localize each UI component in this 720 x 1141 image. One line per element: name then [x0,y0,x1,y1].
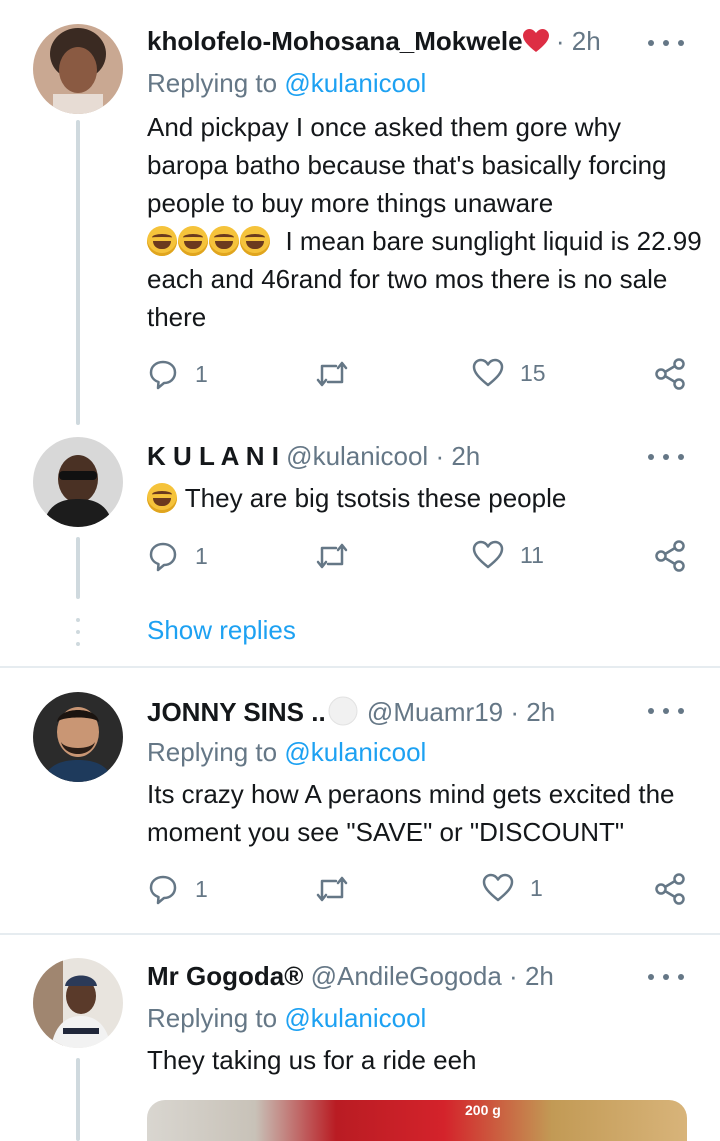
more-options-icon[interactable] [648,701,684,721]
separator-dot: · [555,26,565,56]
red-heart-icon [522,29,549,52]
like-button[interactable]: 1 [482,873,543,903]
thread-line [76,1058,80,1141]
tweet-actions: 1 1 [147,873,692,913]
reply-count: 1 [195,875,208,902]
white-circle-icon [328,696,358,726]
tweet-text: And pickpay I once asked them gore why b… [147,108,707,336]
heart-icon [472,358,504,387]
replying-to: Replying to @kulanicool [147,737,426,768]
heart-icon [472,540,504,569]
reply-count: 1 [195,360,208,387]
divider [0,666,720,668]
replying-prefix: Replying to [147,1003,278,1033]
tweet-header: Mr Gogoda® @AndileGogoda · 2h [147,961,630,992]
thread-line [76,120,80,425]
like-button[interactable]: 11 [472,540,544,570]
share-icon [655,358,685,390]
more-options-icon[interactable] [648,447,684,467]
tweet-text-content: They are big tsotsis these people [184,483,567,513]
replying-handle-link[interactable]: @kulanicool [284,68,426,98]
timestamp[interactable]: 2h [572,26,601,56]
retweet-button[interactable] [314,358,350,390]
timestamp[interactable]: 2h [525,961,554,991]
retweet-button[interactable] [314,873,350,905]
show-replies-link[interactable]: Show replies [147,615,296,646]
share-button[interactable] [653,873,687,905]
tweet-text: They taking us for a ride eeh [147,1041,707,1079]
tweet-header: JONNY SINS .. @Muamr19 · 2h [147,696,630,728]
tweet-media-image[interactable]: 200 g [147,1100,687,1141]
reply-button[interactable]: 1 [147,540,208,572]
rolling-on-floor-laughing-icon [209,226,239,256]
reply-icon [149,360,177,390]
tweet-actions: 1 15 [147,358,692,398]
like-count: 15 [520,359,546,386]
rolling-on-floor-laughing-icon [240,226,270,256]
replying-prefix: Replying to [147,737,278,767]
tweet-text-part-1: And pickpay I once asked them gore why b… [147,112,667,218]
grinning-squinting-face-icon [147,226,177,256]
more-options-icon[interactable] [648,33,684,53]
thread-continuation-dots [76,618,80,654]
tweet-text-content: They taking us for a ride eeh [147,1045,477,1075]
like-button[interactable]: 15 [472,358,546,388]
replying-to: Replying to @kulanicool [147,1003,426,1034]
more-options-icon[interactable] [648,967,684,987]
thread-line [76,537,80,599]
tweet-actions: 1 11 [147,540,692,580]
reply-count: 1 [195,542,208,569]
avatar[interactable] [33,958,123,1048]
separator-dot: · [510,697,520,727]
author-handle[interactable]: @AndileGogoda [311,961,502,991]
reply-icon [149,875,177,905]
tweet-text: Its crazy how A peraons mind gets excite… [147,775,707,851]
tweet-header: K U L A N I @kulanicool · 2h [147,441,630,472]
retweet-icon [316,876,348,902]
tweet-text: They are big tsotsis these people [147,479,707,517]
author-name[interactable]: K U L A N I [147,441,279,471]
author-name[interactable]: Mr Gogoda® [147,961,303,991]
rolling-on-floor-laughing-icon [178,226,208,256]
avatar[interactable] [33,692,123,782]
reply-icon [149,542,177,572]
tweet-text-content: Its crazy how A peraons mind gets excite… [147,779,675,847]
author-name[interactable]: kholofelo-Mohosana_Mokwele [147,26,523,56]
author-handle[interactable]: @Muamr19 [367,697,503,727]
replying-prefix: Replying to [147,68,278,98]
separator-dot: · [435,441,445,471]
media-weight-label: 200 g [465,1102,501,1118]
share-button[interactable] [653,540,687,572]
separator-dot: · [509,961,518,991]
retweet-icon [316,361,348,387]
author-handle[interactable]: @kulanicool [286,441,428,471]
reply-button[interactable]: 1 [147,873,208,905]
avatar[interactable] [33,24,123,114]
timestamp[interactable]: 2h [526,697,555,727]
divider [0,933,720,935]
tweet-header: kholofelo-Mohosana_Mokwele · 2h [147,26,630,57]
author-name[interactable]: JONNY SINS .. [147,697,326,727]
retweet-button[interactable] [314,540,350,572]
share-icon [655,873,685,905]
heart-icon [482,873,514,902]
share-icon [655,540,685,572]
avatar[interactable] [33,437,123,527]
like-count: 1 [530,874,543,901]
replying-handle-link[interactable]: @kulanicool [284,737,426,767]
rolling-on-floor-laughing-icon [147,483,177,513]
like-count: 11 [520,541,544,568]
retweet-icon [316,543,348,569]
timestamp[interactable]: 2h [451,441,480,471]
replying-handle-link[interactable]: @kulanicool [284,1003,426,1033]
replying-to: Replying to @kulanicool [147,68,426,99]
reply-button[interactable]: 1 [147,358,208,390]
share-button[interactable] [653,358,687,390]
